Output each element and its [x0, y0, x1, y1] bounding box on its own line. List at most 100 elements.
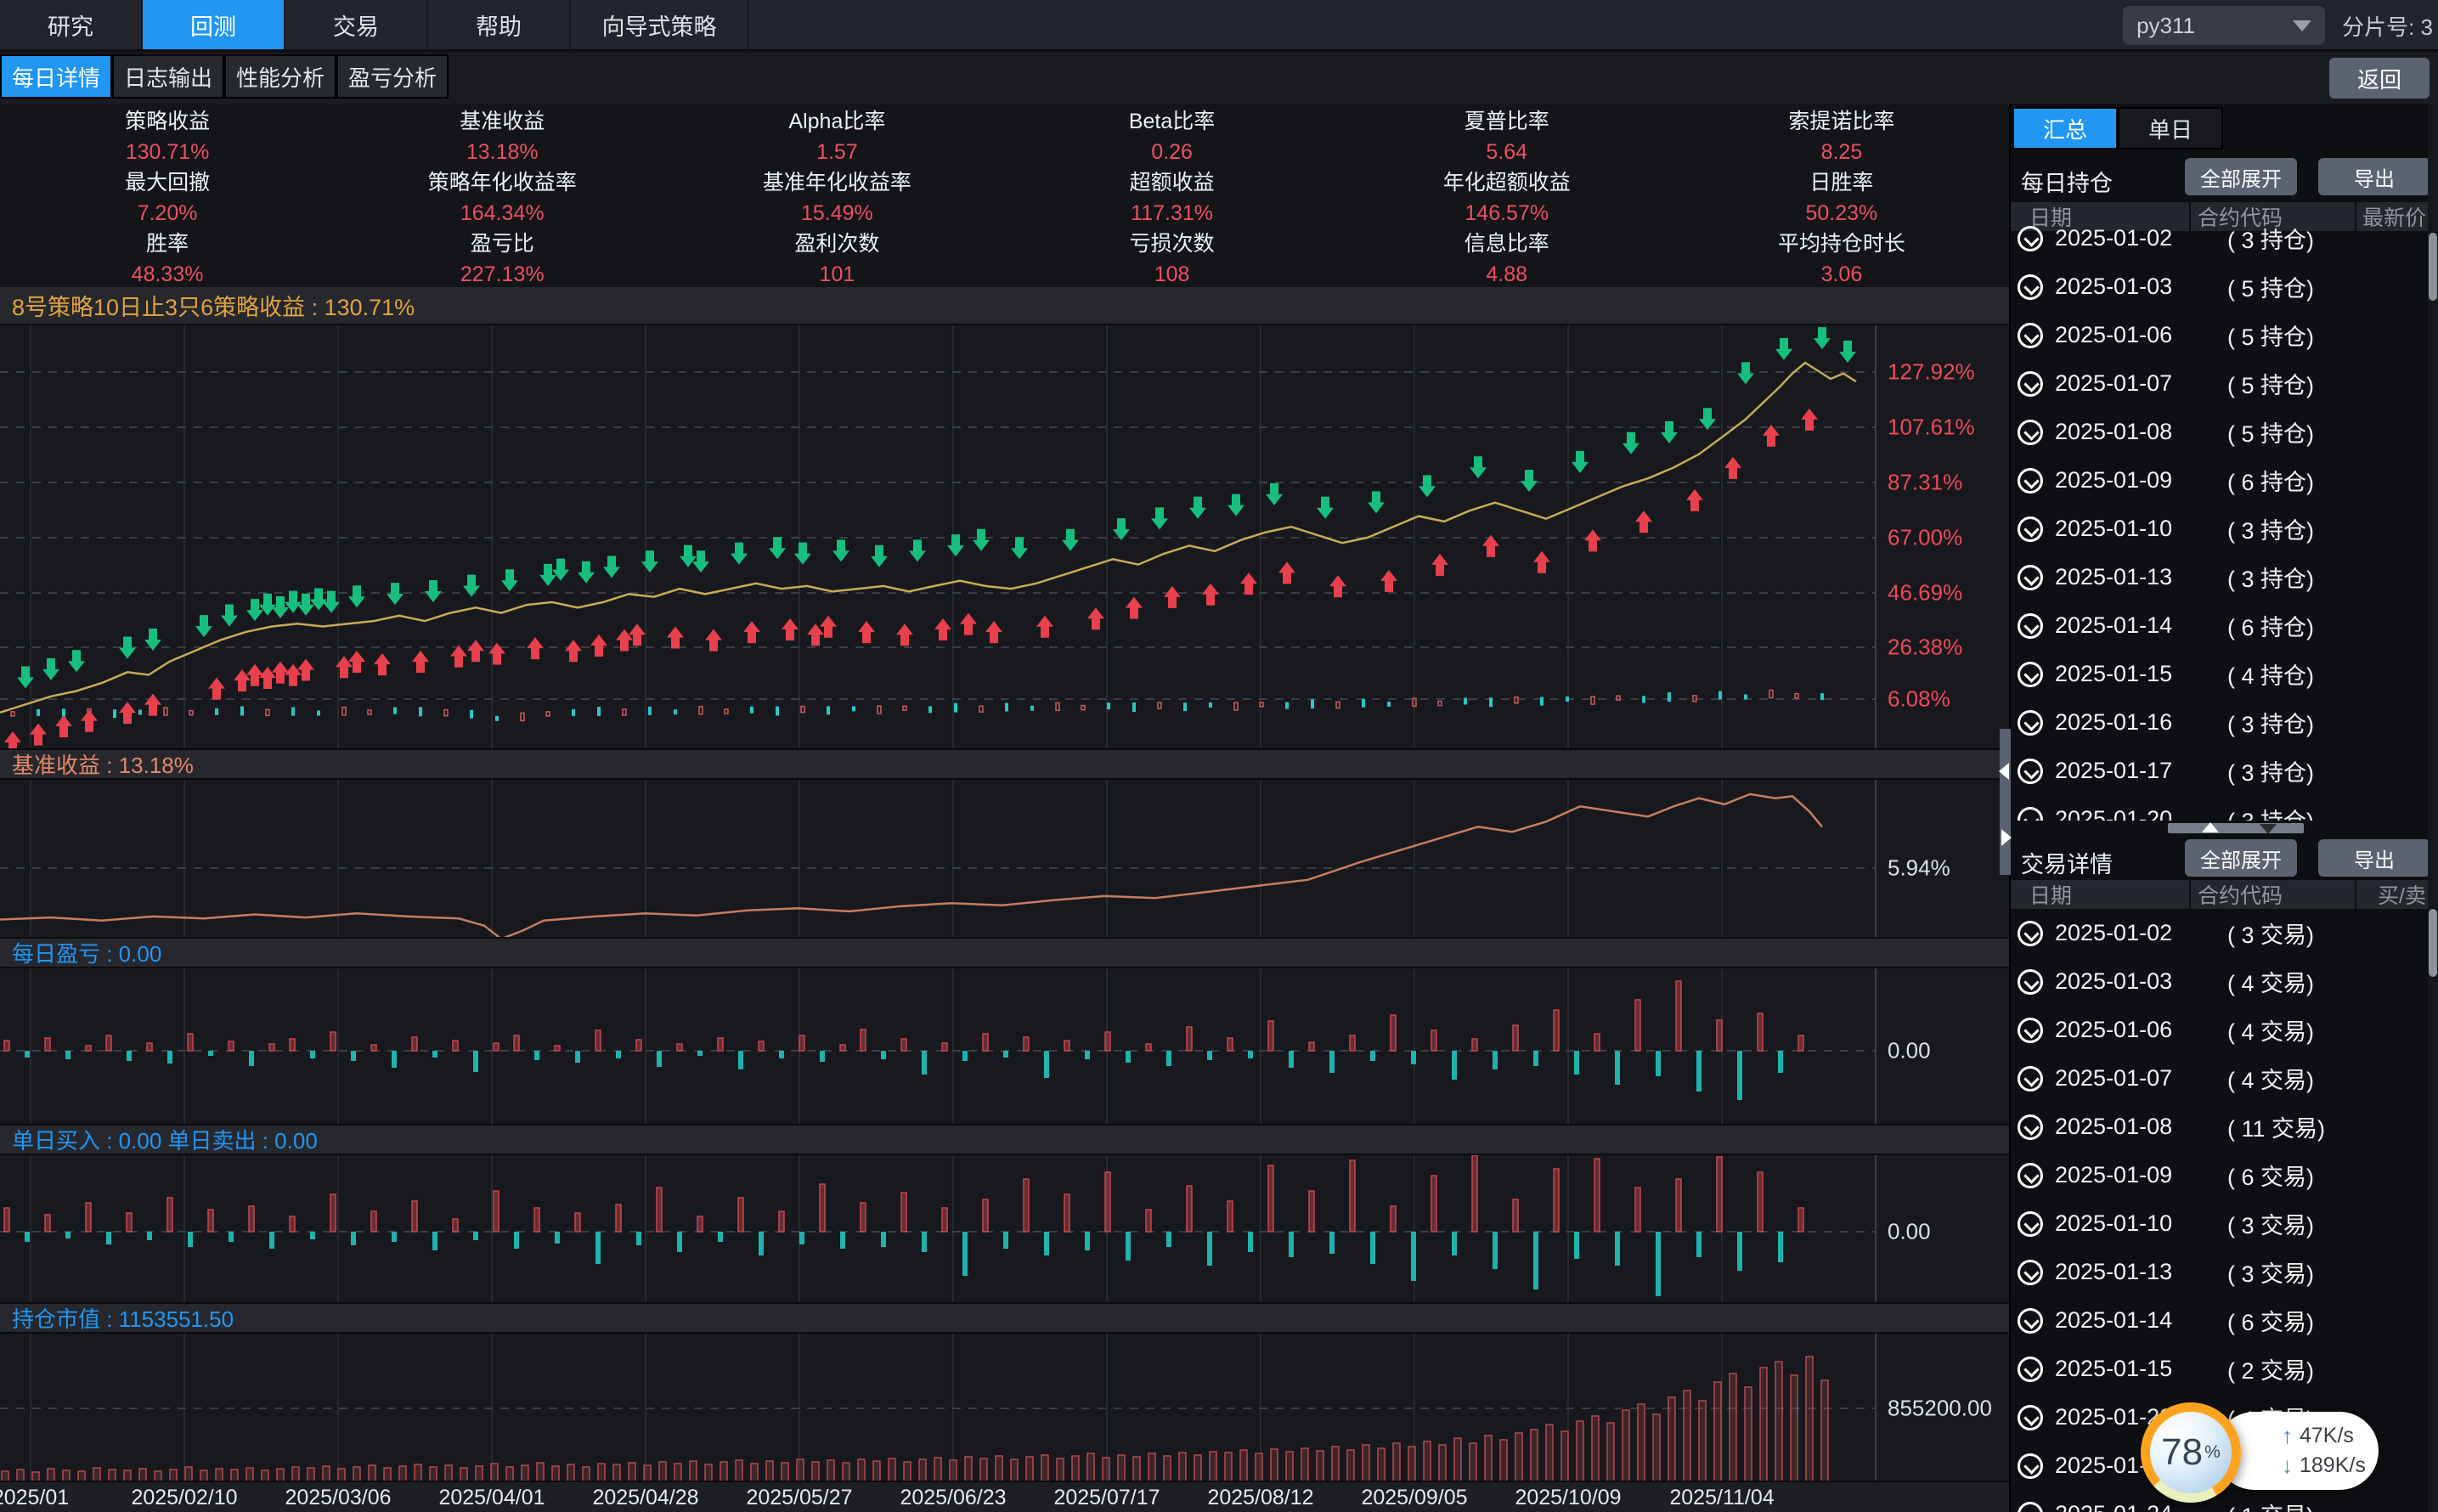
holding-row[interactable]: 2025-01-10( 3 持仓) — [2011, 505, 2430, 553]
trades-export-button[interactable]: 导出 — [2318, 839, 2430, 877]
stat-value: 50.23% — [1806, 201, 1878, 226]
trade-row[interactable]: 2025-01-08( 11 交易) — [2011, 1103, 2430, 1151]
chevron-down-circle-icon[interactable] — [2018, 1453, 2043, 1479]
chevron-down-circle-icon[interactable] — [2018, 1066, 2043, 1092]
holdings-scrollbar-thumb[interactable] — [2429, 233, 2437, 301]
panel-scrollbar[interactable] — [2428, 104, 2438, 1512]
chevron-down-circle-icon[interactable] — [2018, 662, 2043, 687]
chevron-down-circle-icon[interactable] — [2018, 1405, 2043, 1430]
holding-row[interactable]: 2025-01-06( 5 持仓) — [2011, 311, 2430, 359]
download-speed-value: 189K/s — [2300, 1453, 2366, 1478]
axis-tick-label: 67.00% — [1888, 525, 1962, 551]
axis-tick-label: 5.94% — [1888, 855, 1950, 882]
chevron-down-circle-icon[interactable] — [2018, 1163, 2043, 1188]
chevron-down-circle-icon[interactable] — [2018, 516, 2043, 542]
trade-row[interactable]: 2025-01-15( 2 交易) — [2011, 1345, 2430, 1393]
holding-row[interactable]: 2025-01-07( 5 持仓) — [2011, 359, 2430, 408]
chevron-down-circle-icon[interactable] — [2018, 1357, 2043, 1382]
chevron-down-circle-icon[interactable] — [2018, 420, 2043, 445]
holding-row[interactable]: 2025-01-16( 3 持仓) — [2011, 698, 2430, 747]
sub-nav-tab-3[interactable]: 性能分析 — [224, 54, 336, 99]
position-value-label: 持仓市值 : 1153551.50 — [12, 1302, 234, 1334]
stat-label: 亏损次数 — [1130, 227, 1215, 257]
collapse-right-icon[interactable] — [2001, 829, 2012, 846]
chevron-down-circle-icon[interactable] — [2018, 1502, 2043, 1512]
holdings-title: 每日持仓 — [2021, 165, 2113, 198]
chart-canvas — [0, 780, 2009, 939]
stat-value: 1.57 — [816, 140, 858, 165]
holding-date: 2025-01-10 — [2055, 516, 2172, 542]
trades-expand-all-button[interactable]: 全部展开 — [2185, 839, 2297, 877]
holding-row[interactable]: 2025-01-02( 3 持仓) — [2011, 214, 2430, 262]
holding-date: 2025-01-09 — [2055, 467, 2172, 494]
chevron-down-circle-icon[interactable] — [2018, 1211, 2043, 1237]
collapse-left-icon[interactable] — [1999, 763, 2009, 780]
back-button[interactable]: 返回 — [2329, 58, 2430, 99]
stat-value: 0.26 — [1151, 140, 1193, 165]
chevron-down-circle-icon[interactable] — [2018, 565, 2043, 590]
download-progress-widget[interactable]: 78 % — [2141, 1402, 2241, 1503]
trades-scrollbar-thumb[interactable] — [2429, 909, 2437, 977]
sub-nav-tab-4[interactable]: 盈亏分析 — [336, 54, 449, 99]
holding-row[interactable]: 2025-01-03( 5 持仓) — [2011, 262, 2430, 311]
collapse-down-icon[interactable] — [2260, 824, 2277, 834]
top-nav-tab-5[interactable]: 向导式策略 — [571, 0, 749, 49]
summary-tab-1[interactable]: 汇总 — [2012, 107, 2118, 150]
chevron-down-circle-icon[interactable] — [2018, 1018, 2043, 1043]
summary-tab-2[interactable]: 单日 — [2118, 107, 2223, 150]
trade-row[interactable]: 2025-01-09( 6 交易) — [2011, 1151, 2430, 1199]
chevron-down-circle-icon[interactable] — [2018, 807, 2043, 821]
chevron-down-circle-icon[interactable] — [2018, 1114, 2043, 1140]
stat-label: Beta比率 — [1129, 104, 1215, 135]
trade-row[interactable]: 2025-01-07( 4 交易) — [2011, 1054, 2430, 1103]
holding-row[interactable]: 2025-01-17( 3 持仓) — [2011, 747, 2430, 795]
trade-row[interactable]: 2025-01-14( 6 交易) — [2011, 1296, 2430, 1345]
trade-date: 2025-01-03 — [2055, 968, 2172, 995]
trade-row[interactable]: 2025-01-13( 3 交易) — [2011, 1248, 2430, 1296]
trade-count: ( 11 交易) — [2227, 1110, 2325, 1143]
holdings-export-button[interactable]: 导出 — [2318, 158, 2430, 195]
trade-count: ( 3 交易) — [2227, 1255, 2314, 1289]
top-nav-tab-2[interactable]: 回测 — [143, 0, 285, 49]
chevron-down-circle-icon[interactable] — [2018, 1260, 2043, 1285]
top-nav-tab-3[interactable]: 交易 — [285, 0, 428, 49]
holding-row[interactable]: 2025-01-20( 3 持仓) — [2011, 795, 2430, 821]
panel-resize-handle[interactable] — [2168, 823, 2304, 833]
chevron-down-circle-icon[interactable] — [2018, 710, 2043, 736]
chevron-down-circle-icon[interactable] — [2018, 921, 2043, 946]
chevron-down-circle-icon[interactable] — [2018, 274, 2043, 300]
chart-panel-splitter[interactable] — [2000, 729, 2011, 875]
holding-row[interactable]: 2025-01-14( 6 持仓) — [2011, 601, 2430, 650]
benchmark-return-label: 基准收益 : 13.18% — [12, 748, 194, 780]
chevron-down-circle-icon[interactable] — [2018, 226, 2043, 251]
x-axis-label: 2025/09/05 — [1361, 1486, 1467, 1510]
chevron-down-circle-icon[interactable] — [2018, 323, 2043, 348]
chevron-down-circle-icon[interactable] — [2018, 1308, 2043, 1334]
holding-row[interactable]: 2025-01-08( 5 持仓) — [2011, 408, 2430, 456]
holding-date: 2025-01-15 — [2055, 661, 2172, 687]
chevron-down-circle-icon[interactable] — [2018, 969, 2043, 995]
holding-row[interactable]: 2025-01-15( 4 持仓) — [2011, 650, 2430, 698]
top-nav-tab-1[interactable]: 研究 — [0, 0, 143, 49]
trade-row[interactable]: 2025-01-10( 3 交易) — [2011, 1199, 2430, 1248]
sub-nav-tab-2[interactable]: 日志输出 — [112, 54, 224, 99]
benchmark-section-bar: 基准收益 : 13.18% — [0, 750, 2009, 780]
holdings-expand-all-button[interactable]: 全部展开 — [2185, 158, 2297, 195]
python-env-select[interactable]: py311 — [2123, 6, 2325, 45]
holding-row[interactable]: 2025-01-13( 3 持仓) — [2011, 553, 2430, 601]
trade-date: 2025-01-15 — [2055, 1356, 2172, 1382]
top-nav-tab-4[interactable]: 帮助 — [428, 0, 571, 49]
chevron-down-circle-icon[interactable] — [2018, 468, 2043, 494]
sub-nav-tab-1[interactable]: 每日详情 — [0, 54, 112, 99]
chevron-down-circle-icon[interactable] — [2018, 613, 2043, 639]
collapse-up-icon[interactable] — [2202, 822, 2219, 832]
chevron-down-circle-icon[interactable] — [2018, 759, 2043, 784]
holding-row[interactable]: 2025-01-09( 6 持仓) — [2011, 456, 2430, 505]
trade-row[interactable]: 2025-01-03( 4 交易) — [2011, 957, 2430, 1006]
axis-tick-label: 107.61% — [1888, 415, 1975, 441]
trade-row[interactable]: 2025-01-06( 4 交易) — [2011, 1006, 2430, 1054]
trade-row[interactable]: 2025-01-02( 3 交易) — [2011, 909, 2430, 957]
chevron-down-circle-icon[interactable] — [2018, 371, 2043, 397]
trade-row[interactable]: 2025-01-24( 1 交易) — [2011, 1490, 2430, 1512]
stat-value: 3.06 — [1821, 262, 1863, 287]
